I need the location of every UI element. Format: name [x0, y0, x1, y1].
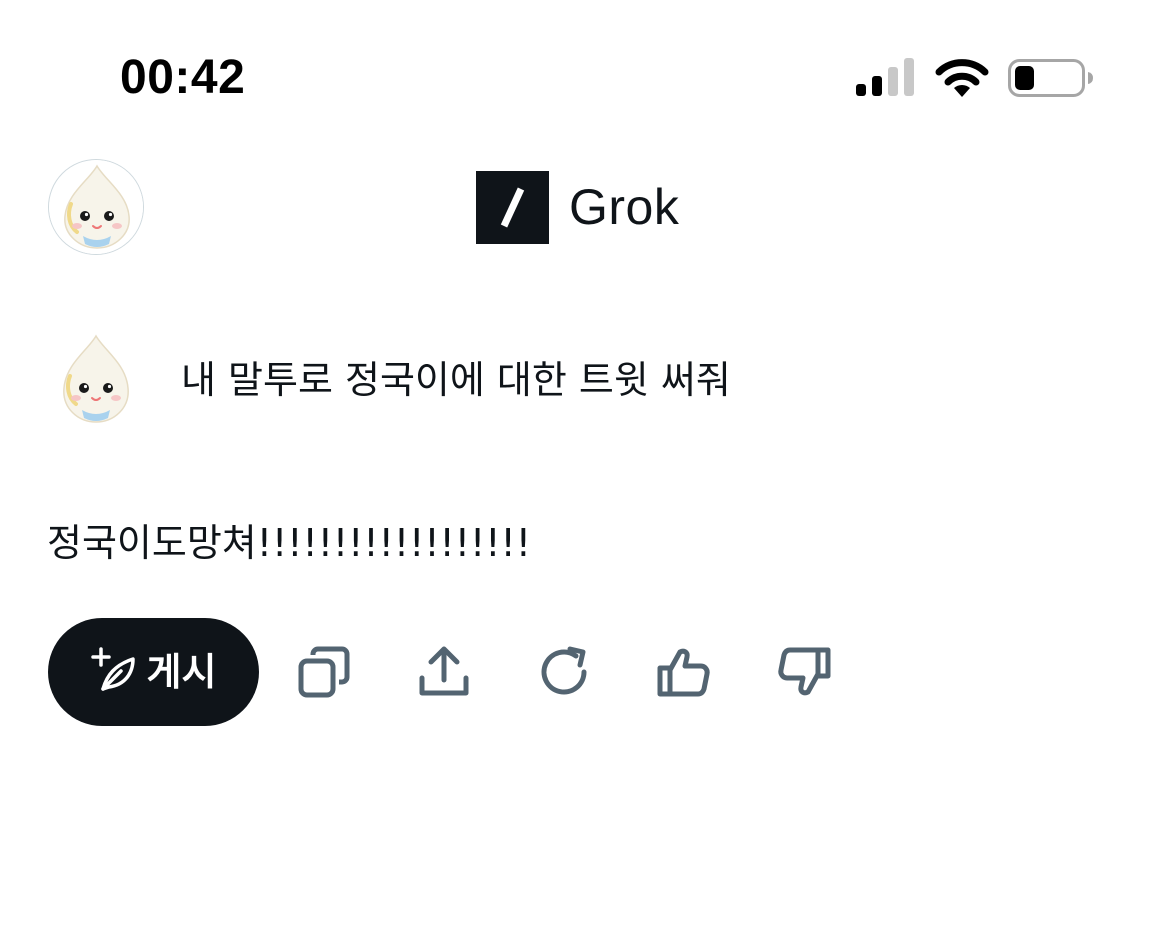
app-brand: Grok	[476, 170, 679, 244]
wifi-icon	[934, 56, 990, 98]
thumbs-down-icon[interactable]	[776, 644, 832, 700]
regenerate-icon[interactable]	[536, 644, 592, 700]
grok-response-text: 정국이도망쳐!!!!!!!!!!!!!!!!!!	[47, 521, 531, 565]
status-time: 00:42	[120, 51, 246, 104]
app-title: Grok	[569, 179, 680, 235]
user-avatar	[48, 332, 144, 428]
grok-logo-icon	[476, 170, 549, 244]
post-button-label: 게시	[146, 650, 217, 694]
profile-avatar[interactable]	[48, 159, 144, 255]
thumbs-up-icon[interactable]	[656, 644, 712, 700]
compose-post-icon	[90, 647, 137, 697]
share-icon[interactable]	[416, 644, 472, 700]
cellular-signal-icon	[856, 58, 916, 98]
user-prompt-text: 내 말투로 정국이에 대한 트윗 써줘	[181, 358, 731, 402]
copy-icon[interactable]	[296, 644, 352, 700]
battery-icon	[1008, 58, 1094, 98]
post-button[interactable]: 게시	[48, 618, 259, 726]
